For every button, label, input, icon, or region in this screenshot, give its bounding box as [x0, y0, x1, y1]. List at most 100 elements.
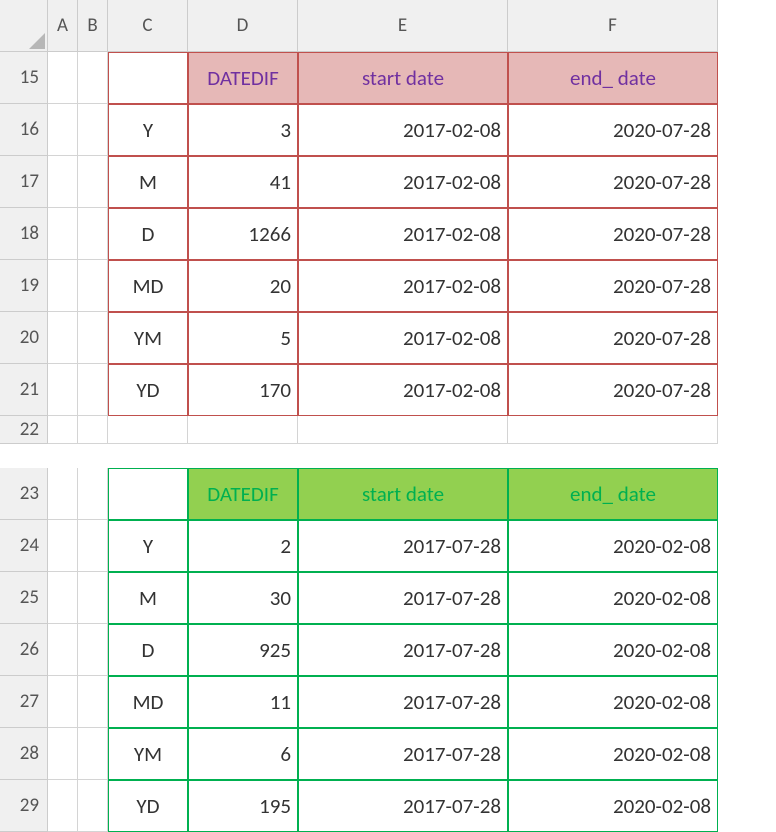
cell-B25[interactable]	[78, 572, 108, 624]
cell-A27[interactable]	[48, 676, 78, 728]
row-header-27[interactable]: 27	[0, 676, 48, 728]
col-header-D[interactable]: D	[188, 0, 298, 52]
cell-F16[interactable]: 2020-07-28	[508, 104, 718, 156]
cell-F24[interactable]: 2020-02-08	[508, 520, 718, 572]
cell-E24[interactable]: 2017-07-28	[298, 520, 508, 572]
row-header-19[interactable]: 19	[0, 260, 48, 312]
cell-A28[interactable]	[48, 728, 78, 780]
cell-D19[interactable]: 20	[188, 260, 298, 312]
cell-B19[interactable]	[78, 260, 108, 312]
cell-B27[interactable]	[78, 676, 108, 728]
cell-D29[interactable]: 195	[188, 780, 298, 832]
row-header-28[interactable]: 28	[0, 728, 48, 780]
cell-C25[interactable]: M	[108, 572, 188, 624]
cell-D16[interactable]: 3	[188, 104, 298, 156]
cell-A21[interactable]	[48, 364, 78, 416]
cell-A17[interactable]	[48, 156, 78, 208]
cell-B22[interactable]	[78, 416, 108, 444]
cell-E19[interactable]: 2017-02-08	[298, 260, 508, 312]
row-header-24[interactable]: 24	[0, 520, 48, 572]
cell-B16[interactable]	[78, 104, 108, 156]
cell-A25[interactable]	[48, 572, 78, 624]
cell-F20[interactable]: 2020-07-28	[508, 312, 718, 364]
cell-B15[interactable]	[78, 52, 108, 104]
cell-A20[interactable]	[48, 312, 78, 364]
cell-A19[interactable]	[48, 260, 78, 312]
cell-D20[interactable]: 5	[188, 312, 298, 364]
cell-C20[interactable]: YM	[108, 312, 188, 364]
cell-E28[interactable]: 2017-07-28	[298, 728, 508, 780]
cell-F15[interactable]: end_ date	[508, 52, 718, 104]
cell-C28[interactable]: YM	[108, 728, 188, 780]
cell-C17[interactable]: M	[108, 156, 188, 208]
col-header-B[interactable]: B	[78, 0, 108, 52]
cell-F23[interactable]: end_ date	[508, 468, 718, 520]
cell-B24[interactable]	[78, 520, 108, 572]
col-header-C[interactable]: C	[108, 0, 188, 52]
cell-A18[interactable]	[48, 208, 78, 260]
cell-E27[interactable]: 2017-07-28	[298, 676, 508, 728]
cell-D21[interactable]: 170	[188, 364, 298, 416]
cell-D22[interactable]	[188, 416, 298, 444]
cell-B26[interactable]	[78, 624, 108, 676]
col-header-A[interactable]: A	[48, 0, 78, 52]
row-header-23[interactable]: 23	[0, 468, 48, 520]
cell-C19[interactable]: MD	[108, 260, 188, 312]
cell-E25[interactable]: 2017-07-28	[298, 572, 508, 624]
cell-B23[interactable]	[78, 468, 108, 520]
cell-F21[interactable]: 2020-07-28	[508, 364, 718, 416]
row-header-18[interactable]: 18	[0, 208, 48, 260]
cell-B17[interactable]	[78, 156, 108, 208]
cell-F28[interactable]: 2020-02-08	[508, 728, 718, 780]
cell-F29[interactable]: 2020-02-08	[508, 780, 718, 832]
cell-E29[interactable]: 2017-07-28	[298, 780, 508, 832]
cell-C18[interactable]: D	[108, 208, 188, 260]
cell-D25[interactable]: 30	[188, 572, 298, 624]
cell-A29[interactable]	[48, 780, 78, 832]
cell-C24[interactable]: Y	[108, 520, 188, 572]
cell-E21[interactable]: 2017-02-08	[298, 364, 508, 416]
spreadsheet-grid[interactable]: A B C D E F 15 DATEDIF start date end_ d…	[0, 0, 776, 832]
cell-E23[interactable]: start date	[298, 468, 508, 520]
col-header-E[interactable]: E	[298, 0, 508, 52]
cell-F17[interactable]: 2020-07-28	[508, 156, 718, 208]
row-header-16[interactable]: 16	[0, 104, 48, 156]
cell-A16[interactable]	[48, 104, 78, 156]
cell-C23[interactable]	[108, 468, 188, 520]
cell-C15[interactable]	[108, 52, 188, 104]
cell-C29[interactable]: YD	[108, 780, 188, 832]
cell-B21[interactable]	[78, 364, 108, 416]
cell-A15[interactable]	[48, 52, 78, 104]
cell-E16[interactable]: 2017-02-08	[298, 104, 508, 156]
cell-E20[interactable]: 2017-02-08	[298, 312, 508, 364]
cell-E15[interactable]: start date	[298, 52, 508, 104]
cell-E17[interactable]: 2017-02-08	[298, 156, 508, 208]
cell-F26[interactable]: 2020-02-08	[508, 624, 718, 676]
cell-A26[interactable]	[48, 624, 78, 676]
cell-D23[interactable]: DATEDIF	[188, 468, 298, 520]
cell-A22[interactable]	[48, 416, 78, 444]
cell-D26[interactable]: 925	[188, 624, 298, 676]
cell-C27[interactable]: MD	[108, 676, 188, 728]
row-header-20[interactable]: 20	[0, 312, 48, 364]
cell-F19[interactable]: 2020-07-28	[508, 260, 718, 312]
cell-C16[interactable]: Y	[108, 104, 188, 156]
row-header-25[interactable]: 25	[0, 572, 48, 624]
row-header-15[interactable]: 15	[0, 52, 48, 104]
cell-C22[interactable]	[108, 416, 188, 444]
cell-E26[interactable]: 2017-07-28	[298, 624, 508, 676]
cell-F25[interactable]: 2020-02-08	[508, 572, 718, 624]
cell-D15[interactable]: DATEDIF	[188, 52, 298, 104]
cell-E22[interactable]	[298, 416, 508, 444]
row-header-29[interactable]: 29	[0, 780, 48, 832]
cell-F27[interactable]: 2020-02-08	[508, 676, 718, 728]
cell-B20[interactable]	[78, 312, 108, 364]
cell-C26[interactable]: D	[108, 624, 188, 676]
cell-B28[interactable]	[78, 728, 108, 780]
col-header-F[interactable]: F	[508, 0, 718, 52]
cell-C21[interactable]: YD	[108, 364, 188, 416]
cell-D28[interactable]: 6	[188, 728, 298, 780]
row-header-21[interactable]: 21	[0, 364, 48, 416]
select-all-corner[interactable]	[0, 0, 48, 52]
cell-D27[interactable]: 11	[188, 676, 298, 728]
